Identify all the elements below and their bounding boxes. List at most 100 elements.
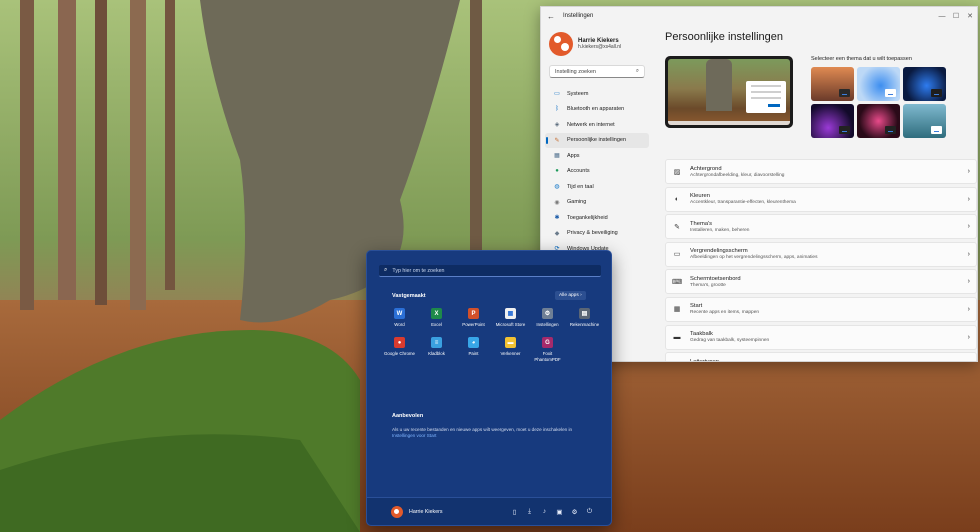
recommended-message: Als u uw recente bestanden en nieuwe app… (392, 427, 573, 432)
sidebar-item-label: Persoonlijke instellingen (567, 137, 627, 143)
app-label: PowerPoint (462, 322, 485, 327)
app-label: Foxit PhantomPDF (534, 351, 561, 362)
settings-card-thema-s[interactable]: ✎ Thema's Installeren, maken, beheren › (665, 214, 977, 240)
music-icon[interactable]: ♪ (537, 508, 552, 516)
sidebar-item-systeem[interactable]: ▭ Systeem (545, 86, 649, 101)
pinned-app-paint[interactable]: ◕ Paint (455, 337, 492, 362)
avatar[interactable] (391, 505, 403, 518)
sidebar-item-privacy-beveiliging[interactable]: ◆ Privacy & beveiliging (545, 226, 649, 241)
all-apps-button[interactable]: Alle apps › (555, 291, 586, 300)
card-subtitle: Recente apps en items, mappen (690, 310, 760, 316)
sidebar-item-label: Netwerk en internet (567, 121, 615, 128)
card-title: Vergrendelingsscherm (690, 248, 748, 255)
settings-card-schermtoetsenbord[interactable]: ⌨ Schermtoetsenbord Thema's, grootte › (665, 269, 977, 295)
foxit-icon: G (542, 337, 553, 349)
app-label: Verkenner (500, 351, 521, 357)
theme-option-4[interactable] (811, 104, 854, 138)
documents-icon[interactable]: ▯ (507, 508, 522, 516)
powerpoint-icon: P (468, 308, 479, 319)
card-title: Achtergrond (690, 165, 722, 172)
pictures-icon[interactable]: ▣ (552, 508, 567, 516)
card-title: Lettertypen (690, 358, 720, 362)
page-title: Persoonlijke instellingen (665, 31, 784, 43)
sidebar-item-label: Accounts (567, 168, 590, 174)
sidebar-item-accounts[interactable]: ● Accounts (545, 164, 649, 179)
start-menu: ⌕ Typ hier om te zoeken Vastgemaakt Alle… (366, 250, 612, 526)
window-title: Instellingen (563, 13, 594, 19)
gamepad-icon: ◉ (554, 199, 560, 206)
pinned-app-instellingen[interactable]: ⚙ Instellingen (529, 308, 566, 327)
chrome-icon: ● (394, 337, 405, 349)
sidebar-item-gaming[interactable]: ◉ Gaming (545, 195, 649, 210)
sidebar-item-label: Toegankelijkheid (567, 214, 608, 221)
sidebar-item-persoonlijke-instellingen[interactable]: ✎ Persoonlijke instellingen (545, 132, 649, 148)
app-label: Paint (468, 351, 479, 357)
sidebar-item-label: Privacy & beveiliging (567, 230, 618, 236)
search-icon: ⌕ (384, 267, 388, 273)
start-search-input[interactable]: ⌕ Typ hier om te zoeken (379, 265, 601, 277)
maximize-icon[interactable]: ☐ (949, 7, 963, 25)
settings-content: Persoonlijke instellingen Selecteer een … (661, 25, 977, 362)
font-icon: A (672, 361, 682, 362)
card-subtitle: Gedrag van taakbalk, systeempinnen (690, 338, 770, 344)
person-icon: ● (555, 168, 559, 174)
pinned-app-rekenmachine[interactable]: ▤ Rekenmachine (566, 308, 603, 327)
excel-icon: X (431, 308, 442, 319)
sidebar-item-apps[interactable]: ▦ Apps (545, 148, 649, 163)
back-arrow-icon[interactable]: ← (547, 12, 555, 21)
image-icon: ▨ (673, 168, 681, 176)
recommended-heading: Aanbevolen (392, 413, 424, 419)
avatar (549, 32, 573, 56)
theme-option-6[interactable] (903, 104, 946, 138)
settings-search-input[interactable]: Instelling zoeken ⌕ (549, 65, 645, 78)
pinned-app-verkenner[interactable]: ▬ Verkenner (492, 337, 529, 362)
sidebar-item-tijd-en-taal[interactable]: ◍ Tijd en taal (545, 179, 649, 194)
downloads-icon[interactable]: ⤓ (522, 508, 537, 516)
settings-card-achtergrond[interactable]: ▨ Achtergrond Achtergrondafbeelding, kleur… (665, 159, 977, 184)
notepad-icon: ≡ (431, 337, 442, 349)
theme-option-3[interactable] (903, 67, 946, 101)
pinned-app-microsoft-store[interactable]: ▦ Microsoft Store (492, 308, 529, 327)
palette-icon: ◐ (674, 195, 680, 203)
card-title: Schermtoetsenbord (690, 275, 741, 282)
chevron-right-icon: › (967, 250, 970, 258)
wifi-icon: ◈ (554, 122, 560, 128)
accessibility-icon: ✱ (554, 215, 560, 221)
app-label: Excel (431, 322, 442, 327)
all-apps-label: Alle apps (559, 293, 579, 298)
minimize-icon[interactable]: — (935, 7, 949, 25)
paint-icon: ◕ (468, 337, 479, 349)
theme-option-5[interactable] (857, 104, 900, 138)
chevron-right-icon: › (967, 278, 970, 286)
settings-card-lettertypen[interactable]: ALettertypenInstalleren, beheren› (665, 352, 977, 362)
settings-card-taakbalk[interactable]: ▬ Taakbalk Gedrag van taakbalk, systeempin… (665, 324, 977, 350)
pinned-app-powerpoint[interactable]: P PowerPoint (455, 308, 492, 327)
sidebar-item-bluetooth-en-apparaten[interactable]: ᛒ Bluetooth en apparaten (545, 102, 649, 117)
apps-icon: ▦ (554, 153, 560, 159)
sidebar-item-toegankelijkheid[interactable]: ✱ Toegankelijkheid (545, 210, 649, 225)
pinned-app-google-chrome[interactable]: ● Google Chrome (381, 337, 418, 362)
theme-option-2[interactable] (857, 67, 900, 101)
pinned-app-word[interactable]: W Word (381, 308, 418, 327)
start-icon: ▦ (673, 306, 681, 314)
power-icon[interactable]: ⏻ (582, 508, 597, 516)
user-profile[interactable]: Harrie Kiekers h.kiekers@xs4all.nl (545, 29, 649, 59)
close-icon[interactable]: ✕ (963, 7, 977, 25)
sidebar-item-netwerk-en-internet[interactable]: ◈ Netwerk en internet (545, 117, 649, 132)
pinned-app-foxit-phantompdf[interactable]: G Foxit PhantomPDF (529, 337, 566, 362)
themes-label: Selecteer een thema dat u wilt toepassen (811, 56, 912, 62)
start-settings-link[interactable]: Instellingen voor Start (392, 433, 436, 438)
chevron-right-icon: › (967, 223, 970, 231)
search-icon: ⌕ (635, 68, 639, 74)
user-name[interactable]: Harrie Kiekers (409, 509, 507, 515)
settings-gear-icon[interactable]: ⚙ (567, 508, 582, 516)
settings-card-vergrendelingsscherm[interactable]: ▭ Vergrendelingsscherm Afbeeldingen op het… (665, 241, 977, 267)
pinned-app-kladblok[interactable]: ≡ Kladblok (418, 337, 455, 362)
theme-option-1[interactable] (811, 67, 854, 101)
settings-card-start[interactable]: ▦ Start Recente apps en items, mappen › (665, 296, 977, 322)
gear-icon: ⚙ (542, 308, 553, 319)
card-subtitle: Achtergrondafbeelding, kleur, diavoorste… (690, 172, 785, 178)
pinned-app-excel[interactable]: X Excel (418, 308, 455, 327)
settings-card-kleuren[interactable]: ◐ Kleuren Accentkleur, transparantie-effec… (665, 186, 977, 212)
search-placeholder: Instelling zoeken (555, 68, 596, 75)
